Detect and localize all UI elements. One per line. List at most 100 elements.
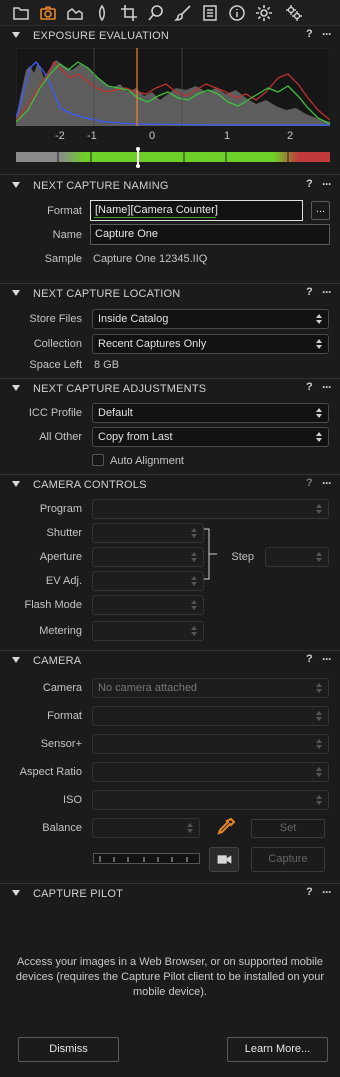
more-options-button[interactable]: ···	[322, 652, 332, 666]
brush-icon[interactable]	[171, 2, 195, 24]
info-icon[interactable]	[225, 2, 249, 24]
program-select[interactable]	[92, 499, 329, 519]
scale-label: 1	[224, 130, 231, 142]
stepper-arrows-icon	[187, 821, 194, 835]
capture-button[interactable]: Capture	[251, 847, 325, 872]
select-arrows-icon	[316, 502, 323, 516]
camera-controls-header[interactable]: CAMERA CONTROLS ? ···	[0, 474, 340, 496]
crop-icon[interactable]	[117, 2, 141, 24]
select-value: Copy from Last	[98, 431, 173, 443]
more-options-button[interactable]: ···	[322, 177, 332, 191]
learn-more-button[interactable]: Learn More...	[227, 1037, 328, 1062]
more-options-button[interactable]: ···	[322, 285, 332, 299]
collapse-triangle-icon[interactable]	[12, 481, 20, 487]
auto-alignment-checkbox[interactable]	[92, 454, 104, 466]
format-options-button[interactable]: ...	[311, 201, 330, 220]
sensor-plus-label: Sensor+	[40, 738, 82, 750]
camera-format-select[interactable]	[92, 706, 329, 726]
aspect-ratio-label: Aspect Ratio	[19, 766, 82, 778]
next-capture-location-header[interactable]: NEXT CAPTURE LOCATION ? ···	[0, 283, 340, 305]
eyedropper-icon[interactable]	[214, 815, 238, 839]
iso-select[interactable]	[92, 790, 329, 810]
exposure-meter	[16, 147, 330, 168]
help-button[interactable]: ?	[306, 178, 313, 190]
dismiss-button[interactable]: Dismiss	[18, 1037, 119, 1062]
shutter-stepper[interactable]	[92, 523, 204, 543]
collapse-triangle-icon[interactable]	[12, 385, 20, 391]
step-label: Step	[231, 551, 254, 563]
more-options-button[interactable]: ···	[322, 885, 332, 899]
name-label: Name	[52, 229, 82, 241]
metering-stepper[interactable]	[92, 621, 204, 641]
store-files-select[interactable]: Inside Catalog	[92, 309, 329, 329]
folder-icon[interactable]	[9, 2, 33, 24]
select-arrows-icon	[316, 312, 323, 326]
camera-select[interactable]: No camera attached	[92, 678, 329, 698]
stepper-arrows-icon	[191, 574, 198, 588]
collection-select[interactable]: Recent Captures Only	[92, 334, 329, 354]
select-value: Default	[98, 407, 133, 419]
help-button[interactable]: ?	[306, 381, 313, 393]
camera-icon[interactable]	[36, 2, 60, 24]
set-button[interactable]: Set	[251, 819, 325, 838]
select-arrows-icon	[316, 430, 323, 444]
capture-pilot-description: Access your images in a Web Browser, or …	[15, 956, 325, 998]
all-other-select[interactable]: Copy from Last	[92, 427, 329, 447]
help-button[interactable]: ?	[306, 653, 313, 665]
section-title: CAMERA CONTROLS	[33, 479, 147, 491]
tool-tabs-toolbar	[0, 0, 340, 26]
section-title: EXPOSURE EVALUATION	[33, 30, 170, 42]
camera-format-label: Format	[47, 710, 82, 722]
shutter-label: Shutter	[46, 527, 82, 539]
video-camera-button[interactable]	[209, 847, 239, 872]
more-options-button[interactable]: ···	[322, 27, 332, 41]
search-icon[interactable]	[144, 2, 168, 24]
exposure-evaluation-header[interactable]: EXPOSURE EVALUATION ? ···	[0, 25, 340, 47]
section-title: NEXT CAPTURE ADJUSTMENTS	[33, 383, 207, 395]
help-button[interactable]: ?	[306, 286, 313, 298]
select-arrows-icon	[316, 337, 323, 351]
help-button[interactable]: ?	[306, 886, 313, 898]
collapse-triangle-icon[interactable]	[12, 890, 20, 896]
more-options-button[interactable]: ···	[322, 380, 332, 394]
list-icon[interactable]	[198, 2, 222, 24]
icc-profile-label: ICC Profile	[28, 407, 82, 419]
next-capture-adjustments-header[interactable]: NEXT CAPTURE ADJUSTMENTS ? ···	[0, 378, 340, 400]
layers-icon[interactable]	[63, 2, 87, 24]
stepper-arrows-icon	[191, 624, 198, 638]
name-field[interactable]: Capture One	[90, 224, 330, 245]
select-arrows-icon	[316, 765, 323, 779]
camera-header[interactable]: CAMERA ? ···	[0, 650, 340, 672]
aspect-ratio-select[interactable]	[92, 762, 329, 782]
aperture-stepper[interactable]	[92, 547, 204, 567]
ev-adj-stepper[interactable]	[92, 571, 204, 591]
collapse-triangle-icon[interactable]	[12, 182, 20, 188]
more-options-button[interactable]: ···	[322, 476, 332, 490]
camera-label: Camera	[42, 682, 82, 694]
collapse-triangle-icon[interactable]	[12, 290, 20, 296]
spellcheck-underline	[94, 217, 216, 218]
sensor-plus-select[interactable]	[92, 734, 329, 754]
flash-mode-stepper[interactable]	[92, 595, 204, 615]
help-button[interactable]: ?	[306, 477, 313, 489]
capture-pilot-header[interactable]: CAPTURE PILOT ? ···	[0, 883, 340, 905]
next-capture-naming-header[interactable]: NEXT CAPTURE NAMING ? ···	[0, 175, 340, 197]
balance-stepper[interactable]	[92, 818, 200, 838]
gears-icon[interactable]	[279, 2, 309, 24]
drop-icon[interactable]	[90, 2, 114, 24]
select-arrows-icon	[316, 709, 323, 723]
collapse-triangle-icon[interactable]	[12, 657, 20, 663]
select-arrows-icon	[316, 550, 323, 564]
icc-profile-select[interactable]: Default	[92, 403, 329, 423]
format-label: Format	[47, 205, 82, 217]
help-button[interactable]: ?	[306, 28, 313, 40]
space-left-value: 8 GB	[94, 359, 120, 371]
collapse-triangle-icon[interactable]	[12, 32, 20, 38]
gear-icon[interactable]	[252, 2, 276, 24]
select-arrows-icon	[316, 737, 323, 751]
all-other-label: All Other	[39, 431, 82, 443]
select-value: No camera attached	[98, 682, 198, 694]
capture-slider[interactable]	[93, 853, 200, 864]
sample-label: Sample	[44, 253, 82, 265]
step-select[interactable]	[265, 547, 329, 567]
